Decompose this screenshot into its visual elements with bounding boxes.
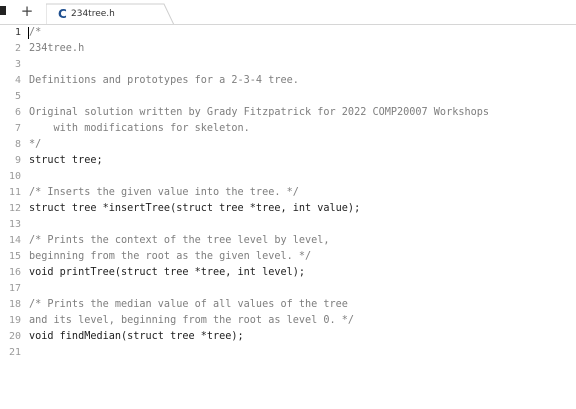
code-line[interactable]: 10 bbox=[0, 169, 576, 185]
code-text[interactable]: beginning from the root as the given lev… bbox=[29, 249, 311, 265]
line-number: 13 bbox=[8, 219, 21, 230]
line-number: 2 bbox=[14, 43, 21, 54]
line-number: 1 bbox=[14, 27, 21, 38]
line-number: 4 bbox=[14, 75, 21, 86]
tab-title: 234tree.h bbox=[71, 9, 115, 19]
tab-234tree-h[interactable]: C 234tree.h bbox=[46, 3, 176, 25]
code-line[interactable]: 11 /* Inserts the given value into the tr… bbox=[0, 185, 576, 201]
code-text[interactable]: void findMedian(struct tree *tree); bbox=[29, 329, 244, 345]
code-line[interactable]: 15 beginning from the root as the given l… bbox=[0, 249, 576, 265]
new-tab-button[interactable]: + bbox=[19, 1, 35, 21]
c-language-icon: C bbox=[58, 7, 67, 21]
line-number: 5 bbox=[14, 91, 21, 102]
code-line[interactable]: 21 bbox=[0, 345, 576, 361]
code-line[interactable]: 18 /* Prints the median value of all valu… bbox=[0, 297, 576, 313]
code-line[interactable]: 9 struct tree; bbox=[0, 153, 576, 169]
code-text[interactable]: 234tree.h bbox=[29, 41, 84, 57]
code-line[interactable]: 2 234tree.h bbox=[0, 41, 576, 57]
code-text[interactable]: struct tree; bbox=[29, 153, 103, 169]
code-line[interactable]: 6 Original solution written by Grady Fitz… bbox=[0, 105, 576, 121]
tab-bar: + C 234tree.h bbox=[0, 0, 576, 25]
line-number: 15 bbox=[8, 251, 21, 262]
menu-icon[interactable] bbox=[0, 6, 6, 15]
code-text[interactable]: Original solution written by Grady Fitzp… bbox=[29, 105, 489, 121]
code-text[interactable]: /* Prints the context of the tree level … bbox=[29, 233, 330, 249]
line-number: 7 bbox=[14, 123, 21, 134]
code-text[interactable]: /* bbox=[29, 25, 41, 41]
code-line[interactable]: 8 */ bbox=[0, 137, 576, 153]
code-line[interactable]: 20 void findMedian(struct tree *tree); bbox=[0, 329, 576, 345]
code-line[interactable]: 19 and its level, beginning from the root… bbox=[0, 313, 576, 329]
code-line[interactable]: 3 bbox=[0, 57, 576, 73]
code-text[interactable]: void printTree(struct tree *tree, int le… bbox=[29, 265, 305, 281]
code-line[interactable]: 5 bbox=[0, 89, 576, 105]
line-number: 18 bbox=[8, 299, 21, 310]
line-number: 14 bbox=[8, 235, 21, 246]
line-number: 8 bbox=[14, 139, 21, 150]
code-text[interactable]: */ bbox=[29, 137, 41, 153]
code-line[interactable]: 14 /* Prints the context of the tree leve… bbox=[0, 233, 576, 249]
line-number: 20 bbox=[8, 331, 21, 342]
code-text[interactable]: /* Prints the median value of all values… bbox=[29, 297, 348, 313]
line-number: 9 bbox=[14, 155, 21, 166]
code-line[interactable]: 4 Definitions and prototypes for a 2-3-4 … bbox=[0, 73, 576, 89]
line-number: 21 bbox=[8, 347, 21, 358]
line-number: 17 bbox=[8, 283, 21, 294]
code-line[interactable]: 13 bbox=[0, 217, 576, 233]
line-number: 19 bbox=[8, 315, 21, 326]
code-line[interactable]: 7 with modifications for skeleton. bbox=[0, 121, 576, 137]
code-text[interactable]: Definitions and prototypes for a 2-3-4 t… bbox=[29, 73, 299, 89]
line-number: 12 bbox=[8, 203, 21, 214]
code-editor[interactable]: 1 /* 2 234tree.h 3 4 Definitions and prototype… bbox=[0, 25, 576, 409]
line-number: 11 bbox=[8, 187, 21, 198]
code-line[interactable]: 16 void printTree(struct tree *tree, int … bbox=[0, 265, 576, 281]
code-text[interactable]: with modifications for skeleton. bbox=[29, 121, 250, 137]
line-number: 16 bbox=[8, 267, 21, 278]
code-line[interactable]: 1 /* bbox=[0, 25, 576, 41]
code-text[interactable]: /* Inserts the given value into the tree… bbox=[29, 185, 299, 201]
code-text[interactable]: struct tree *insertTree(struct tree *tre… bbox=[29, 201, 360, 217]
code-line[interactable]: 12 struct tree *insertTree(struct tree *t… bbox=[0, 201, 576, 217]
line-number: 6 bbox=[14, 107, 21, 118]
code-line[interactable]: 17 bbox=[0, 281, 576, 297]
code-text[interactable]: and its level, beginning from the root a… bbox=[29, 313, 354, 329]
line-number: 3 bbox=[14, 59, 21, 70]
line-number: 10 bbox=[8, 171, 21, 182]
text-cursor bbox=[28, 27, 29, 39]
